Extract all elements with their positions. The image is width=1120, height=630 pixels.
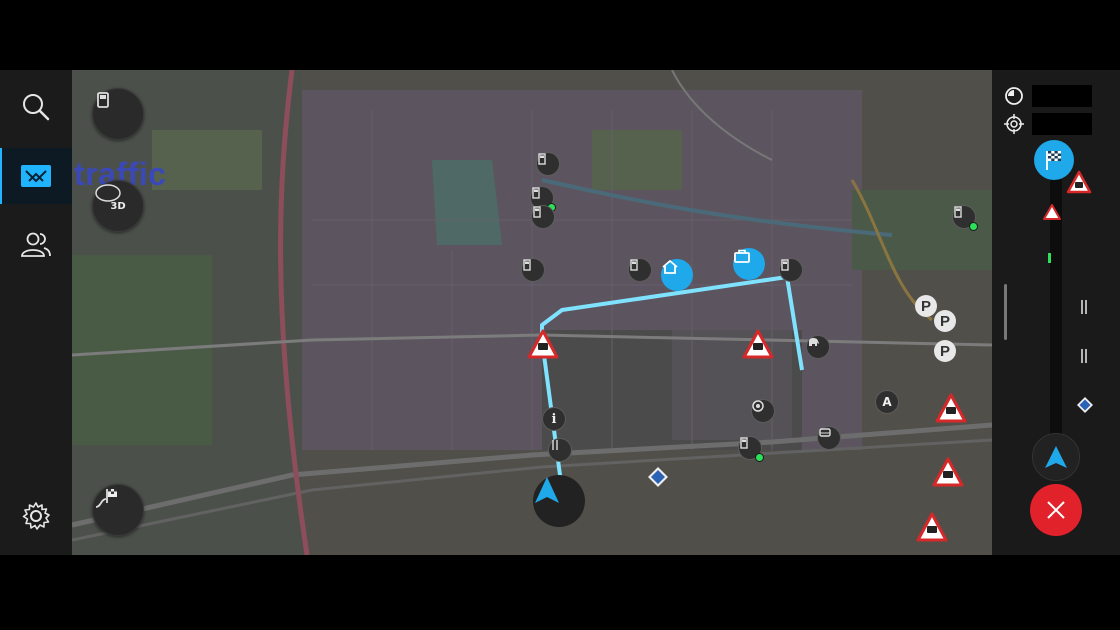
restaurant-stop[interactable] [1075,298,1093,316]
fuel-station-poi[interactable] [738,436,764,462]
view-mode-label: 3D [110,200,126,212]
route-plan-button[interactable] [92,484,144,536]
eta-value [1032,85,1092,107]
cutlery-icon [1081,300,1087,314]
train-station-poi[interactable] [817,426,841,450]
traffic-jam-warning-icon[interactable] [935,393,967,423]
traffic-jam-warning-icon[interactable] [916,512,948,542]
fuel-icon [97,92,109,108]
work-pin[interactable] [733,248,765,280]
fuel-station-poi[interactable] [536,152,560,176]
poi-letter: A [882,395,892,409]
fuel-station-icon [954,206,962,218]
point-of-interest[interactable] [751,399,775,423]
available-status-dot [969,222,978,231]
left-sidebar [0,70,72,555]
target-icon [752,400,764,412]
fuel-station-poi[interactable] [531,205,555,229]
fuel-station-icon [740,437,748,449]
traffic-jam-warning-icon[interactable] [932,457,964,487]
current-position-marker [533,475,585,527]
navigation-arrow-icon [535,477,559,503]
map-layers-icon [21,165,51,187]
available-status-dot [755,453,764,462]
brand-fuel-icon[interactable] [1076,396,1094,414]
map-canvas [72,70,992,555]
fuel-station-poi[interactable] [628,258,652,282]
fuel-button[interactable] [92,88,144,140]
traffic-jam-warning-icon[interactable] [1066,170,1092,194]
contacts-button[interactable] [0,216,72,272]
search-icon [23,94,50,121]
fuel-station-poi[interactable] [521,258,545,282]
fuel-station-icon [533,206,541,218]
route-flag-icon [95,489,117,508]
panel-scroll-indicator[interactable] [1004,284,1007,340]
home-pin[interactable] [661,259,693,291]
parking-poi[interactable]: P [934,340,956,362]
map-view[interactable]: traffic 3D P P P A i [72,70,992,555]
map-layers-button[interactable] [0,148,72,204]
settings-button[interactable] [0,488,72,544]
distance-row [1004,113,1092,135]
route-segment-marker [1048,253,1051,263]
navigation-app: traffic 3D P P P A i [0,70,1120,555]
briefcase-icon [734,249,750,263]
parking-poi[interactable]: P [934,310,956,332]
info-icon: i [551,411,557,427]
elephant-icon [809,337,819,346]
traffic-jam-warning-icon[interactable] [1042,203,1062,221]
crosshair-icon [1004,114,1024,134]
fuel-station-icon [523,259,531,271]
cutlery-icon [552,440,558,450]
zoo-poi[interactable] [806,335,830,359]
search-button[interactable] [0,79,72,135]
close-icon [1047,501,1065,519]
fuel-station-poi[interactable] [779,258,803,282]
checkered-flag-icon [1046,151,1061,170]
fuel-station-icon [630,259,638,271]
brand-fuel-icon[interactable] [647,466,669,488]
restaurant-stop[interactable] [1075,347,1093,365]
gear-icon [22,502,50,530]
distance-value [1032,113,1092,135]
fuel-station-icon [781,259,789,271]
traffic-jam-warning-icon[interactable] [527,329,559,359]
fuel-station-icon [532,187,540,199]
clock-icon [1005,87,1023,105]
point-of-interest[interactable]: A [875,390,899,414]
home-icon [662,259,678,274]
info-poi[interactable]: i [542,407,566,431]
people-icon [21,232,51,257]
route-info-panel [992,70,1120,555]
cutlery-icon [1081,349,1087,363]
parking-poi[interactable]: P [915,295,937,317]
navigation-arrow-icon [1045,446,1067,468]
train-icon [819,428,831,437]
restaurant-poi[interactable] [548,438,572,462]
current-position-button[interactable] [1032,433,1080,481]
eta-row [1004,85,1092,107]
view-mode-button[interactable]: 3D [92,180,144,232]
fuel-station-icon [538,153,546,165]
traffic-jam-warning-icon[interactable] [742,329,774,359]
cancel-route-button[interactable] [1030,484,1082,536]
fuel-station-poi[interactable] [952,205,978,231]
